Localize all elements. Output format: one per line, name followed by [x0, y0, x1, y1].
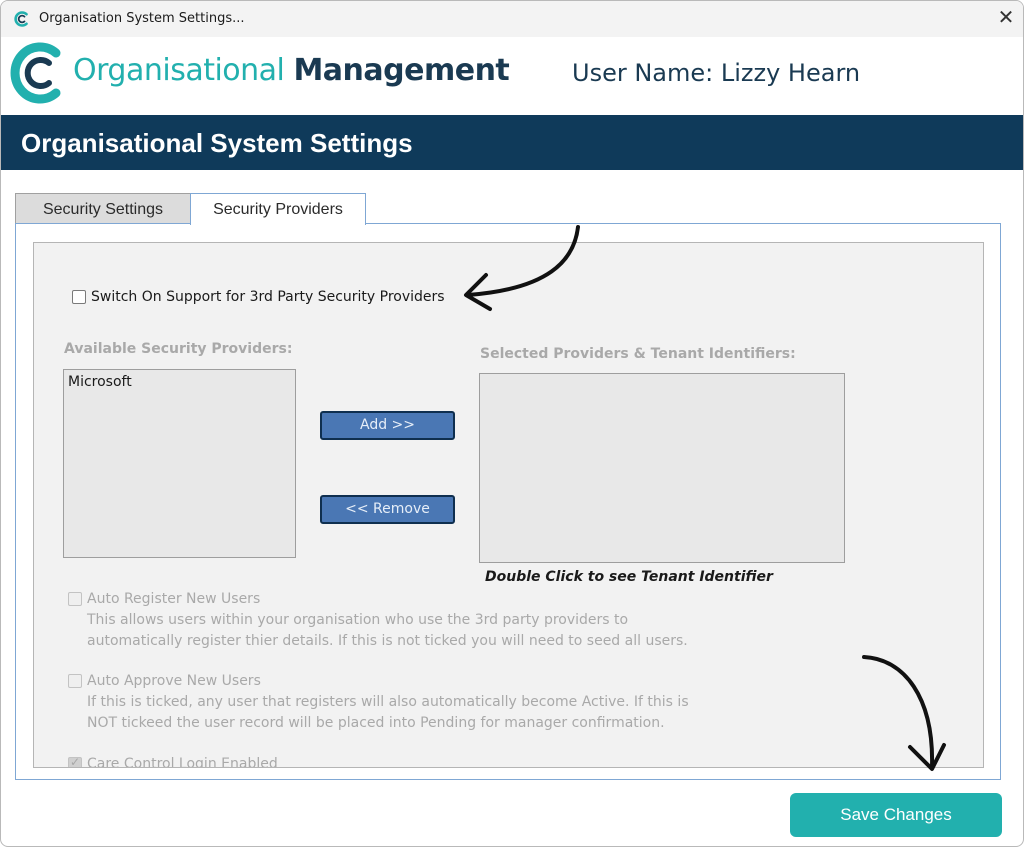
page-title: Organisational System Settings: [21, 128, 413, 158]
close-icon[interactable]: ✕: [993, 5, 1019, 31]
auto-approve-checkbox[interactable]: [68, 674, 82, 688]
available-providers-heading: Available Security Providers:: [64, 341, 293, 357]
brand-name-part1: Organisational: [73, 53, 294, 88]
available-providers-list[interactable]: Microsoft: [63, 369, 296, 558]
remove-provider-button[interactable]: << Remove: [320, 495, 455, 524]
save-changes-button[interactable]: Save Changes: [790, 793, 1002, 837]
settings-window: Organisation System Settings... ✕ Organi…: [0, 0, 1024, 847]
tenant-identifier-hint: Double Click to see Tenant Identifier: [485, 569, 773, 585]
brand-name: Organisational Management: [73, 53, 510, 88]
auto-approve-label: Auto Approve New Users: [87, 673, 261, 689]
list-item[interactable]: Microsoft: [68, 374, 132, 390]
auto-register-checkbox[interactable]: [68, 592, 82, 606]
switch-support-checkbox[interactable]: [72, 290, 86, 304]
auto-register-label: Auto Register New Users: [87, 591, 261, 607]
selected-providers-heading: Selected Providers & Tenant Identifiers:: [480, 346, 796, 362]
c-logo-icon: [14, 11, 28, 27]
auto-register-description-1: This allows users within your organisati…: [87, 612, 629, 628]
tab-security-providers[interactable]: Security Providers: [190, 193, 366, 225]
user-name-label: User Name: Lizzy Hearn: [572, 59, 861, 87]
switch-support-label: Switch On Support for 3rd Party Security…: [91, 289, 445, 305]
brand-name-part2: Management: [293, 53, 510, 88]
tab-security-settings[interactable]: Security Settings: [15, 193, 191, 225]
auto-register-description-2: automatically register thier details. If…: [87, 633, 688, 649]
care-control-login-checkbox[interactable]: [68, 755, 82, 767]
title-bar: Organisation System Settings... ✕: [1, 1, 1023, 37]
organisational-management-logo-icon: [10, 42, 61, 104]
auto-approve-description-1: If this is ticked, any user that registe…: [87, 694, 689, 710]
auto-approve-description-2: NOT tickeed the user record will be plac…: [87, 715, 665, 731]
window-title: Organisation System Settings...: [39, 11, 245, 26]
care-control-login-label: Care Control Login Enabled: [87, 756, 278, 768]
security-providers-panel: Switch On Support for 3rd Party Security…: [33, 242, 984, 768]
selected-providers-list[interactable]: [479, 373, 845, 563]
page-header-bar: Organisational System Settings: [1, 115, 1023, 170]
add-provider-button[interactable]: Add >>: [320, 411, 455, 440]
